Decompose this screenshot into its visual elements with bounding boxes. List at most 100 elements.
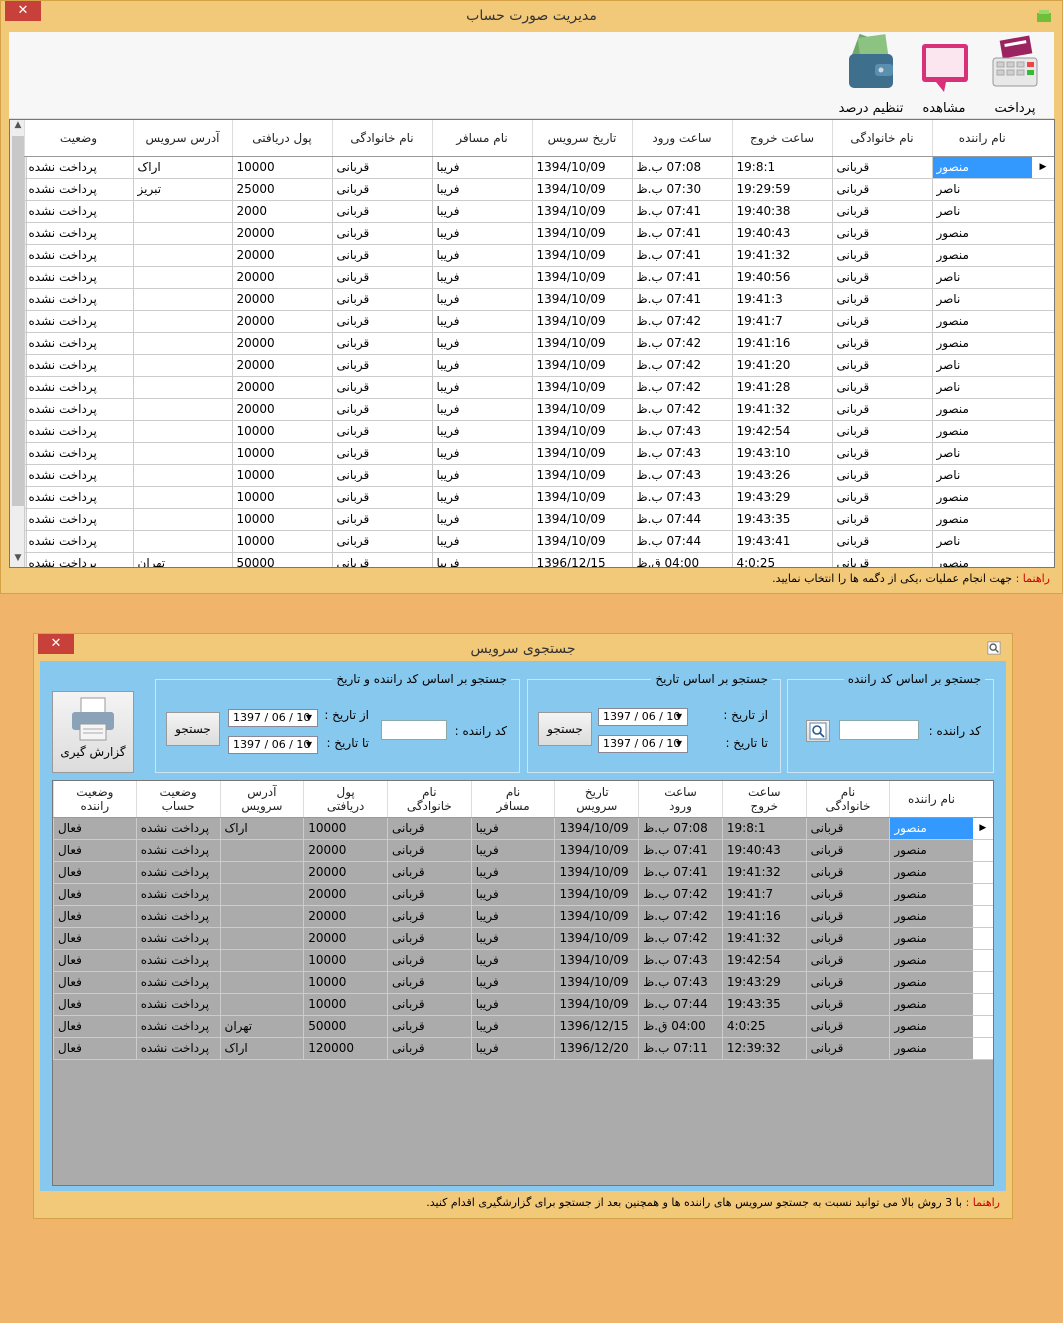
table-cell[interactable]: 07:44 ب.ظ: [638, 993, 723, 1016]
table-cell[interactable]: قربانی: [805, 993, 890, 1016]
column-header[interactable]: آدرس سرویس: [219, 781, 304, 818]
to-date-picker[interactable]: 1397 / 06 / 10 ▼: [598, 735, 688, 753]
table-cell[interactable]: پرداخت نشده: [135, 993, 220, 1016]
table-cell[interactable]: 10000: [303, 971, 388, 994]
table-cell[interactable]: 1394/10/09: [531, 442, 632, 465]
table-cell[interactable]: 07:42 ب.ظ: [631, 332, 732, 355]
table-cell[interactable]: [132, 332, 232, 355]
table-cell[interactable]: ناصر: [931, 376, 1032, 399]
table-cell[interactable]: 1394/10/09: [531, 332, 632, 355]
column-header[interactable]: نام خانوادگی: [331, 120, 432, 157]
table-cell[interactable]: فریبا: [431, 244, 532, 267]
table-cell[interactable]: قربانی: [831, 222, 932, 245]
row-header[interactable]: [972, 861, 993, 884]
table-cell[interactable]: 07:42 ب.ظ: [631, 398, 732, 421]
table-cell[interactable]: [132, 244, 232, 267]
table-cell[interactable]: 20000: [303, 927, 388, 950]
table-cell[interactable]: 1394/10/09: [531, 508, 632, 531]
table-row[interactable]: منصور قربانی 4:0:25 04:00 ق.ظ 1396/12/15 فریب…: [23, 552, 1054, 567]
table-cell[interactable]: قربانی: [386, 949, 472, 972]
table-cell[interactable]: فریبا: [431, 398, 532, 421]
table-cell[interactable]: 19:41:3: [731, 288, 832, 311]
table-cell[interactable]: 07:08 ب.ظ: [638, 817, 723, 840]
table-cell[interactable]: منصور: [931, 222, 1032, 245]
table-cell[interactable]: پرداخت نشده: [23, 244, 133, 267]
table-cell[interactable]: 07:42 ب.ظ: [631, 376, 732, 399]
table-cell[interactable]: [219, 949, 304, 972]
table-cell[interactable]: 07:42 ب.ظ: [631, 310, 732, 333]
table-cell[interactable]: 07:44 ب.ظ: [631, 530, 732, 553]
table-cell[interactable]: 19:40:38: [731, 200, 832, 223]
table-cell[interactable]: قربانی: [331, 244, 432, 267]
table-cell[interactable]: 1394/10/09: [531, 266, 632, 289]
search-driver-button[interactable]: [806, 720, 830, 742]
table-cell[interactable]: 10000: [231, 420, 332, 443]
column-header[interactable]: نام مسافر: [431, 120, 532, 157]
table-cell[interactable]: فعال: [53, 905, 137, 928]
table-cell[interactable]: [132, 442, 232, 465]
table-cell[interactable]: قربانی: [331, 442, 432, 465]
table-cell[interactable]: 1394/10/09: [531, 354, 632, 377]
table-cell[interactable]: ناصر: [931, 464, 1032, 487]
table-cell[interactable]: [132, 420, 232, 443]
row-header[interactable]: [1032, 552, 1054, 567]
table-cell[interactable]: قربانی: [831, 200, 932, 223]
table-cell[interactable]: منصور: [931, 420, 1032, 443]
table-cell[interactable]: 20000: [231, 266, 332, 289]
table-cell[interactable]: منصور: [889, 949, 973, 972]
table-cell[interactable]: 19:40:43: [721, 839, 807, 862]
table-cell[interactable]: قربانی: [831, 310, 932, 333]
table-cell[interactable]: [132, 288, 232, 311]
table-cell[interactable]: ناصر: [931, 442, 1032, 465]
table-cell[interactable]: ناصر: [931, 266, 1032, 289]
table-row[interactable]: منصور قربانی 19:41:32 07:42 ب.ظ 1394/10/09 فر…: [53, 927, 993, 950]
table-cell[interactable]: [132, 486, 232, 509]
table-cell[interactable]: قربانی: [331, 200, 432, 223]
table-cell[interactable]: قربانی: [331, 288, 432, 311]
table-cell[interactable]: قربانی: [331, 222, 432, 245]
table-cell[interactable]: 19:41:7: [731, 310, 832, 333]
table-cell[interactable]: پرداخت نشده: [23, 332, 133, 355]
row-header[interactable]: [972, 971, 993, 994]
column-header[interactable]: نام خانوادگی: [805, 781, 890, 818]
table-cell[interactable]: [132, 222, 232, 245]
table-cell[interactable]: فریبا: [470, 817, 555, 840]
table-cell[interactable]: فریبا: [470, 861, 555, 884]
row-header[interactable]: [1032, 464, 1054, 487]
row-header[interactable]: [1032, 530, 1054, 553]
table-cell[interactable]: پرداخت نشده: [135, 817, 220, 840]
table-cell[interactable]: 07:44 ب.ظ: [631, 508, 732, 531]
table-cell[interactable]: پرداخت نشده: [23, 442, 133, 465]
table-row[interactable]: منصور قربانی 19:43:29 07:43 ب.ظ 1394/10/09 فر…: [53, 971, 993, 994]
table-cell[interactable]: پرداخت نشده: [23, 288, 133, 311]
table-row[interactable]: ناصر قربانی 19:43:41 07:44 ب.ظ 1394/10/09 فری…: [23, 530, 1054, 553]
table-cell[interactable]: فعال: [53, 993, 137, 1016]
table-cell[interactable]: 19:41:16: [721, 905, 807, 928]
table-cell[interactable]: منصور: [889, 1015, 973, 1038]
table-cell[interactable]: پرداخت نشده: [23, 178, 133, 201]
table-cell[interactable]: 1394/10/09: [531, 244, 632, 267]
table-cell[interactable]: 07:41 ب.ظ: [638, 839, 723, 862]
column-header[interactable]: وضعیت راننده: [53, 781, 137, 818]
table-cell[interactable]: قربانی: [805, 949, 890, 972]
table-cell[interactable]: 04:00 ق.ظ: [631, 552, 732, 567]
table-row[interactable]: ناصر قربانی 19:40:38 07:41 ب.ظ 1394/10/09 فری…: [23, 200, 1054, 223]
table-cell[interactable]: 07:42 ب.ظ: [638, 905, 723, 928]
table-cell[interactable]: قربانی: [831, 508, 932, 531]
table-cell[interactable]: 1394/10/09: [531, 178, 632, 201]
table-cell[interactable]: قربانی: [331, 310, 432, 333]
table-cell[interactable]: پرداخت نشده: [23, 310, 133, 333]
row-header[interactable]: [1032, 200, 1054, 223]
column-header[interactable]: ساعت ورود: [638, 781, 723, 818]
table-cell[interactable]: [219, 971, 304, 994]
table-cell[interactable]: فریبا: [470, 1015, 555, 1038]
table-cell[interactable]: [219, 993, 304, 1016]
table-row[interactable]: منصور قربانی 19:41:32 07:41 ب.ظ 1394/10/09 فر…: [23, 244, 1054, 267]
table-cell[interactable]: منصور: [931, 508, 1032, 531]
table-cell[interactable]: 10000: [231, 156, 332, 179]
column-header[interactable]: تاریخ سرویس: [554, 781, 639, 818]
table-cell[interactable]: تهران: [219, 1015, 304, 1038]
row-header[interactable]: [972, 905, 993, 928]
table-cell[interactable]: 19:41:7: [721, 883, 807, 906]
table-cell[interactable]: قربانی: [331, 508, 432, 531]
